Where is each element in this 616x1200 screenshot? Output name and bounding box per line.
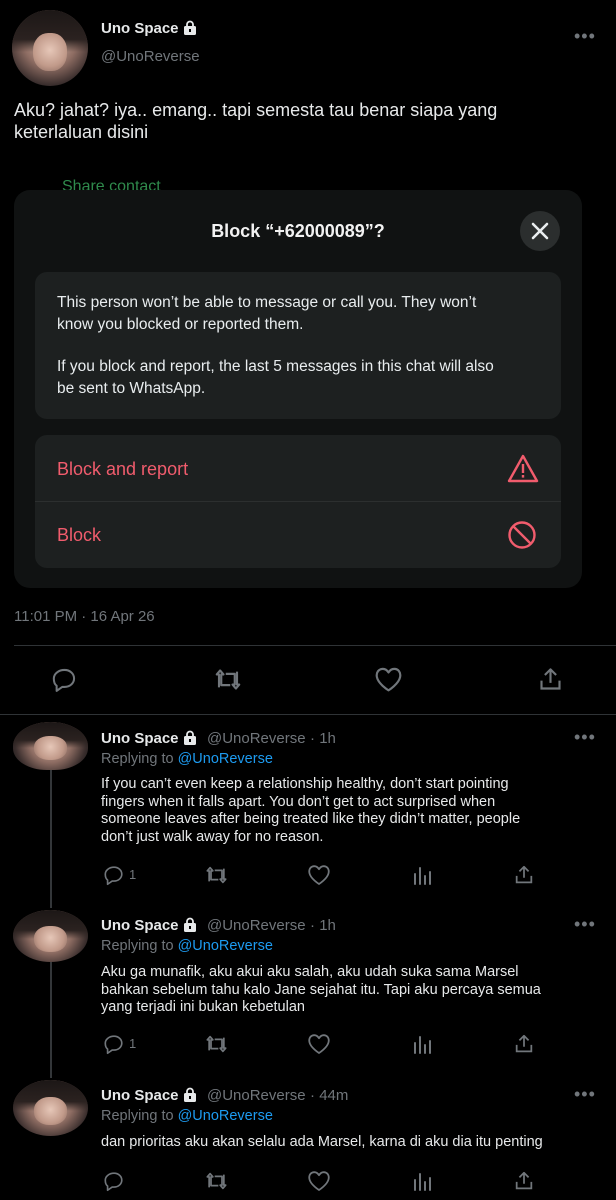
reply-text: Aku ga munafik, aku akui aku salah, aku … — [101, 964, 541, 1015]
replying-to: Replying to @UnoReverse — [101, 1108, 273, 1124]
replying-to-link[interactable]: @UnoReverse — [178, 751, 273, 767]
dialog-title: Block “+62000089”? — [211, 221, 385, 241]
reply-count: 1 — [129, 1036, 137, 1051]
share-icon[interactable] — [513, 864, 535, 886]
reply-icon[interactable] — [103, 864, 125, 886]
divider — [0, 714, 616, 715]
more-options-icon[interactable]: ••• — [574, 914, 596, 935]
author-handle[interactable]: @UnoReverse — [101, 48, 200, 65]
replying-to: Replying to @UnoReverse — [101, 751, 273, 767]
warning-icon — [507, 454, 539, 483]
like-icon[interactable] — [307, 864, 331, 886]
avatar[interactable] — [13, 910, 88, 962]
share-icon[interactable] — [513, 1033, 535, 1055]
divider — [14, 645, 616, 646]
replying-to-link[interactable]: @UnoReverse — [178, 938, 273, 954]
author-name[interactable]: Uno Space — [101, 730, 179, 747]
avatar[interactable] — [13, 722, 88, 770]
reply-header: Uno Space @UnoReverse · 1h — [101, 917, 336, 935]
author-handle[interactable]: @UnoReverse — [207, 1087, 306, 1104]
reply-header: Uno Space @UnoReverse · 44m — [101, 1087, 348, 1105]
block-label: Block — [57, 525, 102, 545]
author-name[interactable]: Uno Space — [101, 1087, 179, 1104]
reply-time[interactable]: · 1h — [310, 917, 336, 934]
reply-time[interactable]: · 44m — [310, 1087, 348, 1104]
block-and-report-button[interactable]: Block and report — [35, 435, 561, 501]
retweet-icon[interactable] — [204, 864, 229, 886]
avatar[interactable] — [12, 10, 88, 86]
author-handle[interactable]: @UnoReverse — [207, 730, 306, 747]
block-button[interactable]: Block — [35, 502, 561, 568]
more-options-icon[interactable]: ••• — [574, 727, 596, 748]
lock-icon — [183, 1087, 196, 1102]
replying-to-link[interactable]: @UnoReverse — [178, 1108, 273, 1124]
reply-text: If you can’t even keep a relationship he… — [101, 776, 521, 845]
share-icon[interactable] — [513, 1170, 535, 1192]
block-and-report-label: Block and report — [57, 459, 189, 479]
lock-icon — [183, 20, 196, 35]
thread-line — [50, 770, 52, 908]
retweet-icon[interactable] — [204, 1033, 229, 1055]
more-options-icon[interactable]: ••• — [574, 1084, 596, 1105]
info-text: This person won’t be able to message or … — [57, 294, 494, 397]
avatar[interactable] — [13, 1080, 88, 1136]
lock-icon — [183, 730, 196, 745]
close-button[interactable] — [520, 211, 560, 251]
tweet-text: Aku? jahat? iya.. emang.. tapi semesta t… — [14, 100, 498, 142]
reply-icon[interactable] — [103, 1170, 125, 1192]
reply-icon[interactable] — [51, 666, 78, 693]
analytics-icon[interactable] — [412, 1170, 434, 1192]
reply-text: dan prioritas aku akan selalu ada Marsel… — [101, 1134, 543, 1150]
lock-icon — [183, 917, 196, 932]
share-icon[interactable] — [537, 666, 564, 693]
block-icon — [508, 521, 536, 549]
retweet-icon[interactable] — [204, 1170, 229, 1192]
like-icon[interactable] — [307, 1033, 331, 1055]
reply-count: 1 — [129, 867, 137, 882]
analytics-icon[interactable] — [412, 1033, 434, 1055]
reply-icon[interactable] — [103, 1033, 125, 1055]
thread-line — [50, 960, 52, 1078]
reply-header: Uno Space @UnoReverse · 1h — [101, 730, 336, 748]
like-icon[interactable] — [307, 1170, 331, 1192]
author-handle[interactable]: @UnoReverse — [207, 917, 306, 934]
reply-time[interactable]: · 1h — [310, 730, 336, 747]
close-icon — [531, 222, 549, 240]
author-name[interactable]: Uno Space — [101, 20, 197, 37]
retweet-icon[interactable] — [213, 666, 243, 693]
author-name[interactable]: Uno Space — [101, 917, 179, 934]
more-options-icon[interactable]: ••• — [574, 26, 596, 47]
like-icon[interactable] — [374, 666, 403, 693]
tweet-timestamp[interactable]: 11:01 PM · 16 Apr 26 — [14, 608, 155, 625]
replying-to: Replying to @UnoReverse — [101, 938, 273, 954]
analytics-icon[interactable] — [412, 864, 434, 886]
